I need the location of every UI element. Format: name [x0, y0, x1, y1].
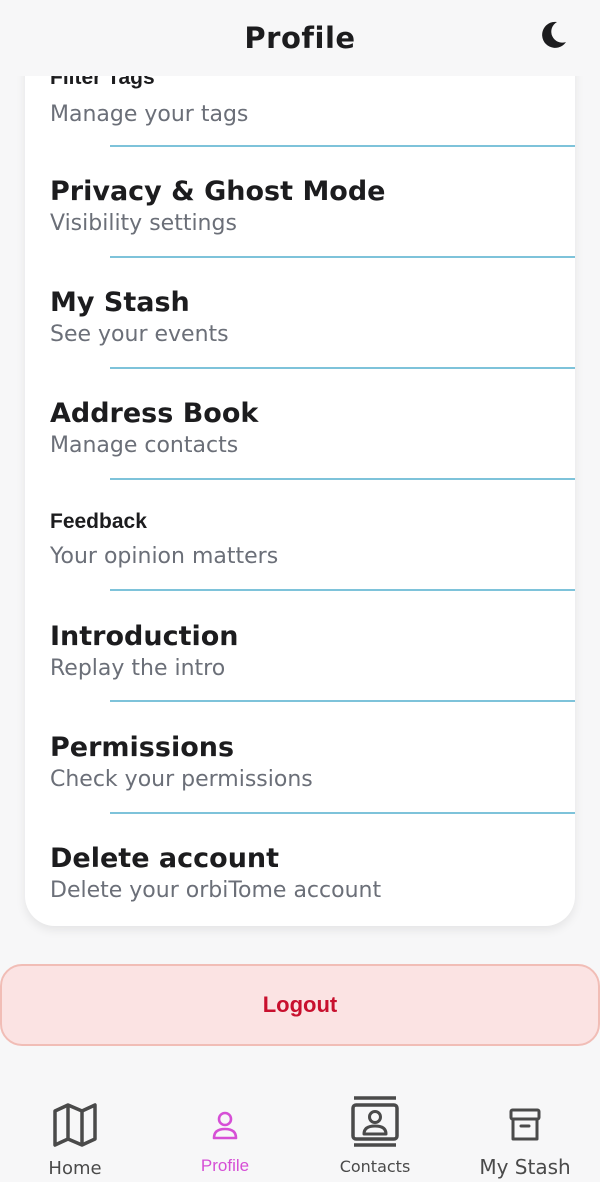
menu-item-title: My Stash — [50, 287, 190, 318]
app-header: Profile — [0, 0, 600, 76]
logout-button[interactable]: Logout — [0, 964, 600, 1046]
map-icon — [53, 1103, 97, 1147]
tab-profile[interactable]: Profile — [150, 1090, 300, 1182]
menu-item-subtitle: Check your permissions — [50, 767, 313, 792]
menu-item-title: Feedback — [50, 510, 147, 533]
menu-item-subtitle: Visibility settings — [50, 211, 237, 236]
menu-item-subtitle: See your events — [50, 322, 229, 347]
tab-contacts[interactable]: Contacts — [300, 1090, 450, 1182]
menu-item-title: Delete account — [50, 843, 280, 874]
menu-item-feedback[interactable]: Feedback Your opinion matters — [25, 480, 575, 591]
menu-item-title: Permissions — [50, 732, 235, 763]
tab-label: My Stash — [479, 1155, 571, 1179]
page-title: Profile — [244, 21, 356, 55]
archive-icon — [509, 1108, 541, 1141]
tab-label: Home — [48, 1158, 102, 1179]
menu-item-subtitle: Delete your orbiTome account — [50, 878, 382, 903]
menu-item-subtitle: Your opinion matters — [50, 544, 279, 569]
menu-item-title: Introduction — [50, 621, 239, 652]
theme-toggle-button[interactable] — [536, 18, 570, 52]
bottom-tab-bar: Home Profile Contacts My Stash — [0, 1090, 600, 1182]
logout-label: Logout — [262, 992, 338, 1017]
settings-card: Filter Tags Manage your tags Privacy & G… — [25, 30, 575, 926]
menu-item-subtitle: Manage your tags — [50, 102, 249, 127]
menu-item-delete-account[interactable]: Delete account Delete your orbiTome acco… — [25, 814, 575, 925]
user-icon — [212, 1111, 238, 1140]
menu-item-subtitle: Manage contacts — [50, 433, 239, 458]
tab-home[interactable]: Home — [0, 1090, 150, 1182]
contacts-icon — [351, 1096, 399, 1147]
menu-item-title: Privacy & Ghost Mode — [50, 176, 386, 207]
menu-item-my-stash[interactable]: My Stash See your events — [25, 258, 575, 369]
menu-item-privacy[interactable]: Privacy & Ghost Mode Visibility settings — [25, 147, 575, 258]
menu-item-title: Address Book — [50, 398, 259, 429]
tab-label: Profile — [200, 1156, 250, 1175]
menu-item-subtitle: Replay the intro — [50, 656, 226, 681]
tab-my-stash[interactable]: My Stash — [450, 1090, 600, 1182]
divider — [110, 700, 575, 702]
tab-label: Contacts — [339, 1157, 411, 1176]
menu-item-permissions[interactable]: Permissions Check your permissions — [25, 703, 575, 814]
moon-icon — [542, 21, 566, 48]
menu-item-address-book[interactable]: Address Book Manage contacts — [25, 369, 575, 480]
menu-item-introduction[interactable]: Introduction Replay the intro — [25, 591, 575, 702]
